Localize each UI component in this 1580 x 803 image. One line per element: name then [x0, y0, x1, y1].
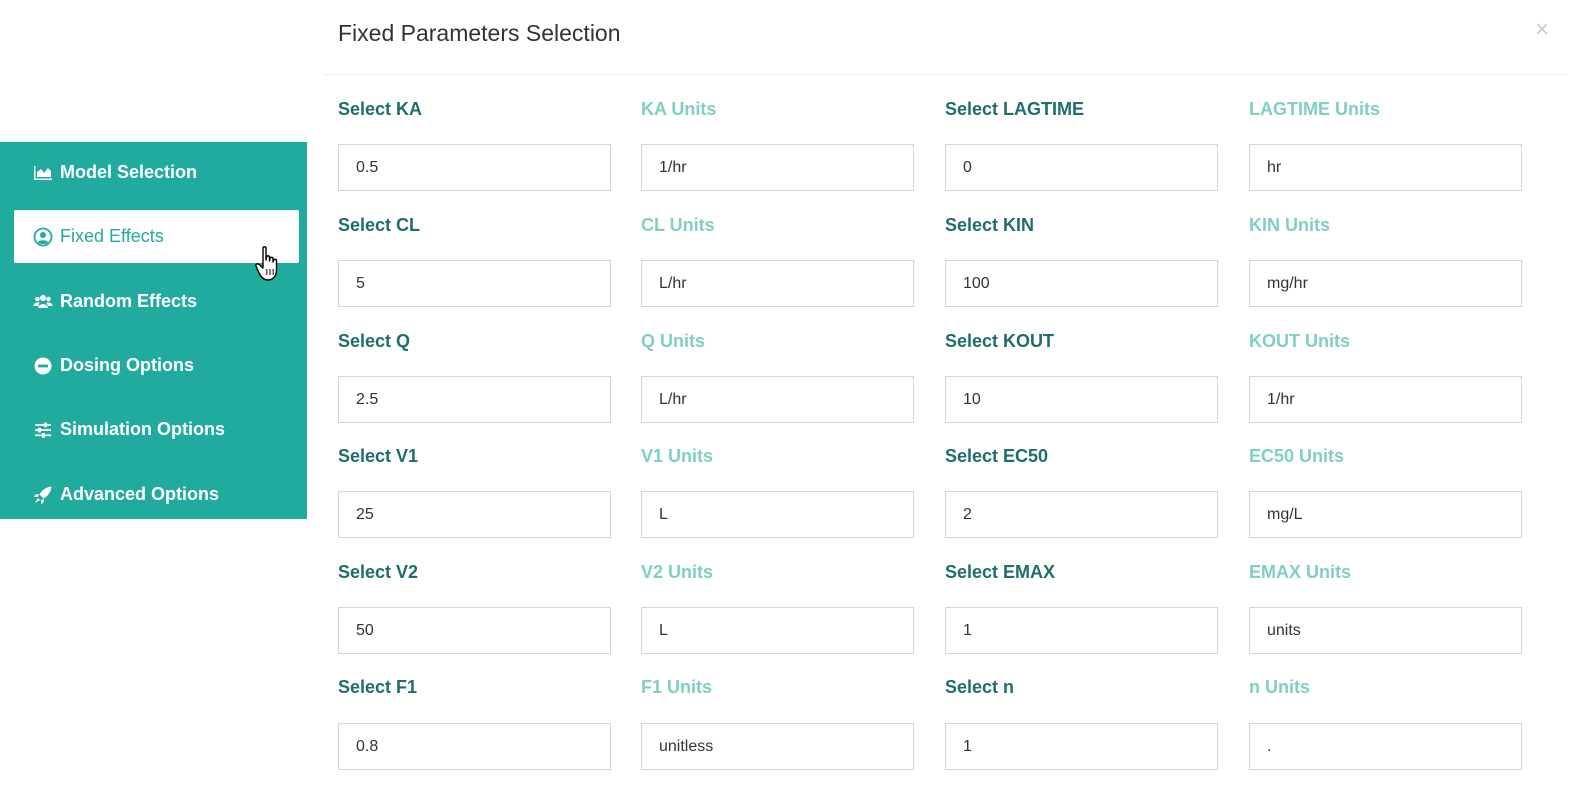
- unit-label-n: n Units: [1249, 677, 1310, 697]
- unit-label-kout: KOUT Units: [1249, 331, 1350, 351]
- param-label-n: Select n: [945, 677, 1015, 697]
- sidebar-item-label: Model Selection: [60, 162, 198, 182]
- emax-value-input[interactable]: [945, 607, 1218, 654]
- param-label-q: Select Q: [338, 331, 411, 351]
- unit-label-v2: V2 Units: [641, 562, 714, 582]
- unit-label-emax: EMAX Units: [1249, 562, 1352, 582]
- sidebar-item-simulation-options[interactable]: Simulation Options: [14, 403, 299, 456]
- kin-units-input[interactable]: [1249, 260, 1522, 307]
- param-label-emax: Select EMAX: [945, 562, 1056, 582]
- sidebar-item-label: Dosing Options: [60, 355, 194, 375]
- minus-circle-icon: [32, 355, 54, 377]
- param-label-cl: Select CL: [338, 215, 421, 235]
- kout-units-input[interactable]: [1249, 376, 1522, 423]
- q-units-input[interactable]: [641, 376, 914, 423]
- unit-label-ka: KA Units: [641, 99, 717, 119]
- unit-label-ec50: EC50 Units: [1249, 446, 1345, 466]
- unit-label-v1: V1 Units: [641, 446, 714, 466]
- kin-value-input[interactable]: [945, 260, 1218, 307]
- param-label-kin: Select KIN: [945, 215, 1035, 235]
- param-label-v1: Select V1: [338, 446, 419, 466]
- unit-label-q: Q Units: [641, 331, 706, 351]
- close-icon[interactable]: ×: [1535, 16, 1549, 44]
- param-label-kout: Select KOUT: [945, 331, 1055, 351]
- ec50-value-input[interactable]: [945, 491, 1218, 538]
- v2-units-input[interactable]: [641, 607, 914, 654]
- sliders-icon: [32, 419, 54, 441]
- param-label-f1: Select F1: [338, 677, 418, 697]
- f1-value-input[interactable]: [338, 723, 611, 770]
- lagtime-value-input[interactable]: [945, 144, 1218, 191]
- ec50-units-input[interactable]: [1249, 491, 1522, 538]
- users-icon: [32, 291, 54, 313]
- unit-label-f1: F1 Units: [641, 677, 713, 697]
- area-chart-icon: [32, 162, 54, 184]
- v2-value-input[interactable]: [338, 607, 611, 654]
- f1-units-input[interactable]: [641, 723, 914, 770]
- cl-value-input[interactable]: [338, 260, 611, 307]
- rocket-icon: [32, 484, 54, 506]
- unit-label-cl: CL Units: [641, 215, 715, 235]
- sidebar-item-label: Random Effects: [60, 291, 198, 311]
- ka-value-input[interactable]: [338, 144, 611, 191]
- hand-pointer-cursor-icon: [254, 245, 284, 285]
- emax-units-input[interactable]: [1249, 607, 1522, 654]
- sidebar-item-model-selection[interactable]: Model Selection: [14, 146, 299, 199]
- param-label-v2: Select V2: [338, 562, 419, 582]
- sidebar: Model Selection Fixed Effects Random Eff…: [0, 142, 307, 519]
- header-divider: [324, 74, 1567, 75]
- user-circle-icon: [32, 226, 54, 248]
- unit-label-kin: KIN Units: [1249, 215, 1330, 235]
- kout-value-input[interactable]: [945, 376, 1218, 423]
- ka-units-input[interactable]: [641, 144, 914, 191]
- unit-label-lagtime: LAGTIME Units: [1249, 99, 1380, 119]
- param-label-ka: Select KA: [338, 99, 423, 119]
- sidebar-item-label: Fixed Effects: [60, 226, 164, 246]
- sidebar-item-advanced-options[interactable]: Advanced Options: [14, 468, 299, 521]
- param-label-lagtime: Select LAGTIME: [945, 99, 1085, 119]
- param-label-ec50: Select EC50: [945, 446, 1049, 466]
- q-value-input[interactable]: [338, 376, 611, 423]
- lagtime-units-input[interactable]: [1249, 144, 1522, 191]
- modal-title: Fixed Parameters Selection: [338, 20, 621, 46]
- n-units-input[interactable]: [1249, 723, 1522, 770]
- v1-value-input[interactable]: [338, 491, 611, 538]
- sidebar-item-label: Advanced Options: [60, 484, 220, 504]
- n-value-input[interactable]: [945, 723, 1218, 770]
- v1-units-input[interactable]: [641, 491, 914, 538]
- sidebar-item-label: Simulation Options: [60, 419, 225, 439]
- cl-units-input[interactable]: [641, 260, 914, 307]
- sidebar-item-dosing-options[interactable]: Dosing Options: [14, 339, 299, 392]
